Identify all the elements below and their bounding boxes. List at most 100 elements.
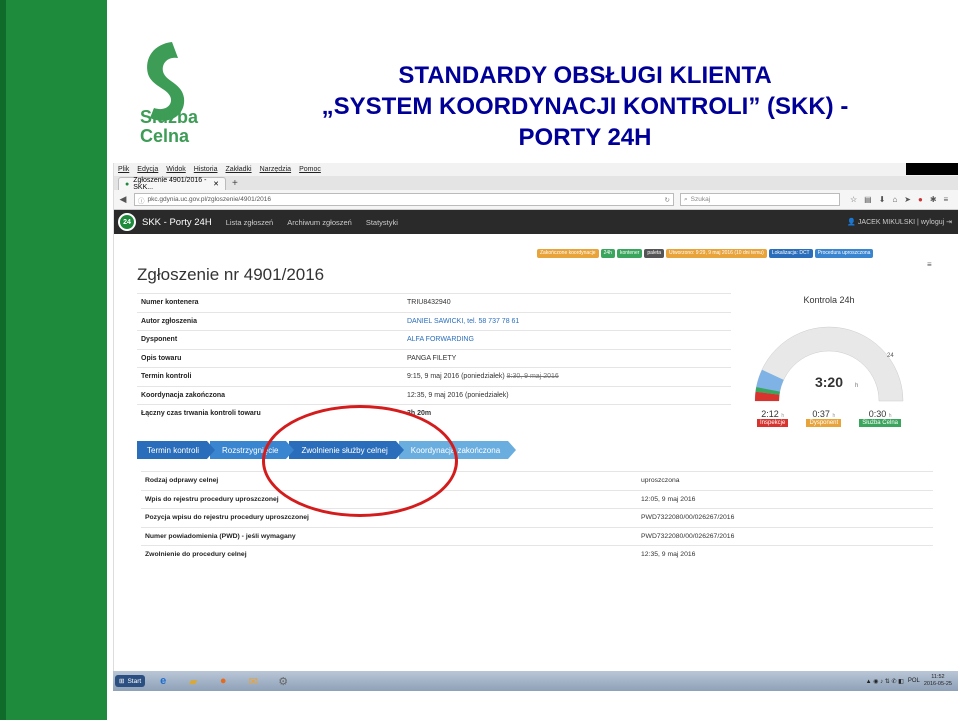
slide-side-bar [0,0,107,720]
detail-value: uproszczona [641,477,680,485]
logout-icon: ⇥ [946,219,952,226]
detail-row: Numer powiadomienia (PWD) - jeśli wymaga… [141,526,933,546]
nav-requests-archive[interactable]: Archiwum zgłoszeń [287,218,352,227]
menu-file[interactable]: Plik [118,166,129,173]
menu-bookmarks[interactable]: Zakładki [225,166,251,173]
info-value: 9:15, 9 maj 2016 (poniedziałek) 8:30, 9 … [407,373,559,380]
new-tab-button[interactable]: + [232,178,238,190]
gauge-part-time-value: 2:12 [761,409,779,419]
user-icon: 👤 [847,219,856,226]
badge-24h: 24h [600,249,615,258]
info-key: Termin kontroli [141,373,192,381]
file-explorer-icon[interactable]: ▰ [181,673,205,689]
menu-history[interactable]: Historia [194,166,218,173]
gauge-parts: 2:12 h Inspekcje 0:37 h Dysponent 0:30 h… [749,409,909,427]
info-value: PANGA FILETY [407,354,457,362]
request-info-table: Numer kontenera TRIU8432940 Autor zgłosz… [137,293,731,423]
detail-value: PWD7322080/00/026267/2016 [641,514,735,522]
address-text: pkc.gdynia.uc.gov.pl/zgloszenie/4901/201… [147,196,271,203]
slide-title-line1: STANDARDY OBSŁUGI KLIENTA [398,62,772,89]
detail-key: Numer powiadomienia (PWD) - jeśli wymaga… [145,532,296,540]
info-value: 12:35, 9 maj 2016 (poniedziałek) [407,391,509,399]
info-key: Dysponent [141,336,178,344]
back-icon[interactable]: ◀ [118,194,128,205]
logo-text: Służba Celna [140,108,198,146]
info-row-inspection-date: Termin kontroli 9:15, 9 maj 2016 (ponied… [137,367,731,386]
app-navbar: 24 SKK - Porty 24H Lista zgłoszeń Archiw… [114,210,958,234]
badge-container: kontener [616,249,643,258]
gauge-part-label: Dysponent [806,419,842,427]
nav-requests-list[interactable]: Lista zgłoszeń [226,218,274,227]
detail-value: PWD7322080/00/026267/2016 [641,532,735,540]
gauge-part-time-value: 0:30 [868,409,887,419]
start-button[interactable]: ⊞ Start [115,675,146,687]
app-brand[interactable]: SKK - Porty 24H [142,217,212,228]
close-tab-icon[interactable]: ✕ [213,180,219,188]
gauge-part-customs: 0:30 h Służba Celna [859,409,901,427]
firefox-icon[interactable]: ● [211,673,235,689]
author-link[interactable]: DANIEL SAWICKI, tel. 58 737 78 61 [407,318,519,325]
clock[interactable]: 11:52 2016-05-25 [924,674,952,688]
send-icon[interactable]: ➤ [904,195,911,204]
address-input[interactable]: ⓘ pkc.gdynia.uc.gov.pl/zgloszenie/4901/2… [134,193,674,206]
start-label: Start [127,677,142,685]
gauge-max-label: 24 [887,353,894,359]
info-row-goods: Opis towaru PANGA FILETY [137,348,731,368]
badge-location: Lokalizacja: DCT [768,249,813,258]
system-tray: ▲ ◉ ♪ ⇅ ✆ ◧ POL 11:52 2016-05-25 [866,674,958,688]
user-label: JACEK MIKULSKI | wyloguj [857,219,945,226]
menu-view[interactable]: Widok [166,166,185,173]
slide-title: STANDARDY OBSŁUGI KLIENTA „SYSTEM KOORDY… [290,60,880,153]
reload-icon[interactable]: ↻ [665,196,670,204]
gauge-part-inspections: 2:12 h Inspekcje [757,409,789,427]
hamburger-menu-icon[interactable]: ≡ [944,195,949,204]
gauge-unit: h [855,383,858,389]
nav-statistics[interactable]: Statystyki [366,218,398,227]
detail-row: Pozycja wpisu do rejestru procedury upro… [141,508,933,527]
gauge-part-unit: h [888,413,892,419]
language-indicator[interactable]: POL [908,678,920,684]
info-key: Numer kontenera [141,299,199,307]
user-logout[interactable]: 👤 JACEK MIKULSKI | wyloguj ⇥ [847,218,952,226]
settings-icon[interactable]: ⚙ [271,673,295,689]
home-icon[interactable]: ⌂ [892,195,897,204]
dispatcher-link[interactable]: ALFA FORWARDING [407,336,474,343]
tray-icons[interactable]: ▲ ◉ ♪ ⇅ ✆ ◧ [866,678,904,685]
previous-inspection-date: 8:30, 9 maj 2016 [506,373,559,381]
menu-tools[interactable]: Narzędzia [260,166,292,173]
logo-text-line1: Służba [140,107,199,127]
browser-search-input[interactable]: ⌕ Szukaj [680,193,840,206]
badge-procedure: Procedura uproszczona [814,249,874,258]
search-placeholder: Szukaj [690,196,711,203]
browser-tab[interactable]: ● Zgłoszenie 4901/2016 - SKK... ✕ [118,177,226,191]
app-logo[interactable]: 24 [118,213,136,231]
step-inspection-date[interactable]: Termin kontroli [137,441,216,459]
gauge-part-unit: h [832,413,836,419]
bug-icon[interactable]: ✱ [930,195,937,204]
download-icon[interactable]: ⬇ [879,195,886,204]
browser-tabbar: ● Zgłoszenie 4901/2016 - SKK... ✕ + [114,176,958,191]
mail-icon[interactable]: ✉ [241,673,265,689]
badge-created: Utworzono: 9:29, 9 maj 2016 (10 dni temu… [666,249,767,258]
inspection-date: 9:15, 9 maj 2016 (poniedziałek) [407,373,505,381]
gauge-part-dispatcher: 0:37 h Dysponent [806,409,842,427]
site-info-icon[interactable]: ⓘ [138,195,145,205]
menu-help[interactable]: Pomoc [299,166,321,173]
addon-icon[interactable]: ● [918,195,923,204]
detail-value: 12:35, 9 maj 2016 [641,551,696,559]
menu-edit[interactable]: Edycja [137,166,158,173]
page-title: Zgłoszenie nr 4901/2016 [137,265,325,284]
bookmark-star-icon[interactable]: ☆ [850,195,857,204]
gauge-part-time: 0:30 h [859,409,901,419]
page-menu-icon[interactable]: ≡ [927,260,932,269]
internet-explorer-icon[interactable]: e [151,673,175,689]
library-icon[interactable]: ▤ [864,195,872,204]
detail-row: Zwolnienie do procedury celnej 12:35, 9 … [141,545,933,564]
gauge-part-time: 0:37 h [806,409,841,419]
logo-text-line2: Celna [140,126,190,146]
gauge-value: 3:20 [815,374,843,390]
customs-details-table: Rodzaj odprawy celnej uproszczona Wpis d… [141,471,933,564]
badge-coordination-finished: Zakończone koordynacje [537,249,599,258]
info-key: Autor zgłoszenia [141,317,198,325]
info-key: Koordynacja zakończona [141,391,226,399]
